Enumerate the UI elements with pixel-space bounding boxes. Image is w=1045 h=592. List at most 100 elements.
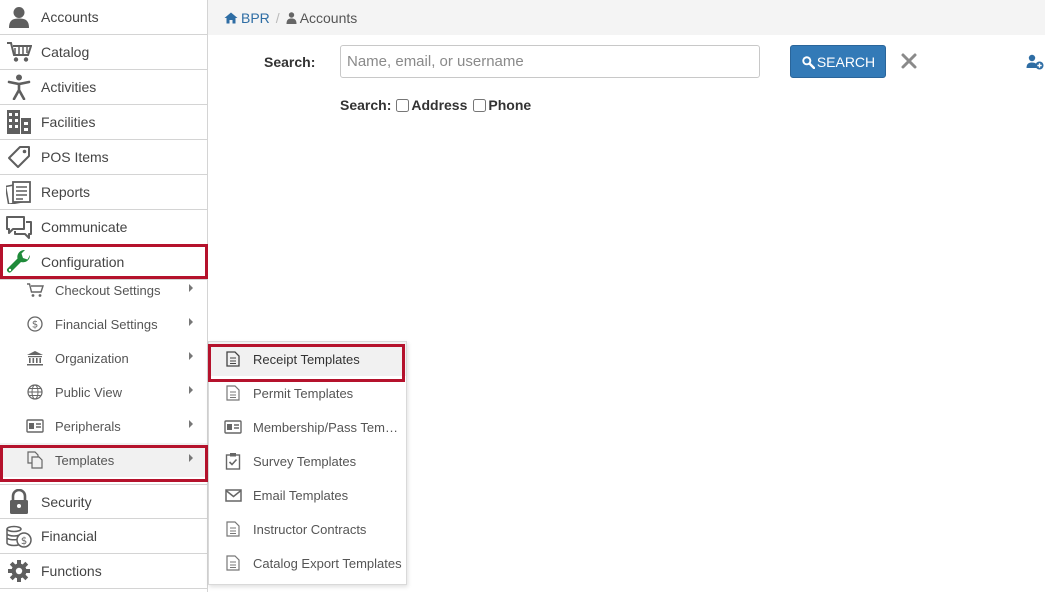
menu-item-label: Email Templates [253,487,349,503]
coins-icon: $ [2,519,36,553]
sidebar-item-catalog[interactable]: Catalog [0,35,207,70]
sidebar-item-activities[interactable]: Activities [0,70,207,105]
search-label: Search: [264,54,316,70]
sidebar-item-functions[interactable]: Functions [0,554,207,589]
sidebar-item-security[interactable]: Security [0,484,207,519]
sidebar-item-label: Reports [41,184,91,200]
sidebar-item-financial[interactable]: $ Financial [0,519,207,554]
document-icon [224,384,242,402]
menu-item-email-templates[interactable]: Email Templates [209,478,406,512]
sidebar-item-label: Communicate [41,219,128,235]
menu-item-label: Instructor Contracts [253,521,367,537]
sidebar-item-label: Financial [41,528,98,544]
magnifier-icon [801,55,815,69]
breadcrumb-home-link[interactable]: BPR [224,10,270,26]
sidebar-subitem-public-view[interactable]: Public View [0,375,207,409]
search-button-label: SEARCH [816,53,876,70]
breadcrumb-current-label: Accounts [299,9,358,26]
sidebar-item-communicate[interactable]: Communicate [0,210,207,245]
document-icon [224,520,242,538]
menu-item-permit-templates[interactable]: Permit Templates [209,376,406,410]
chat-icon [2,210,36,244]
sidebar-subitem-label: Public View [55,384,122,400]
menu-item-label: Membership/Pass Templ... [253,419,403,435]
menu-item-receipt-templates[interactable]: Receipt Templates [209,342,406,376]
id-card-icon [25,416,45,436]
menu-item-membership-pass-templates[interactable]: Membership/Pass Templ... [209,410,406,444]
address-checkbox[interactable] [396,98,410,112]
tag-icon [2,140,36,174]
menu-item-catalog-export-templates[interactable]: Catalog Export Templates [209,546,406,580]
sidebar-subitem-label: Organization [55,350,129,366]
sidebar-item-label: Catalog [41,44,90,60]
menu-item-label: Survey Templates [253,453,357,469]
phone-option-label: Phone [488,97,532,113]
sidebar-subitem-organization[interactable]: Organization [0,341,207,375]
cart-icon [2,35,36,69]
sidebar-item-reports[interactable]: Reports [0,175,207,210]
cart-icon [25,280,45,300]
user-icon [2,0,36,34]
sidebar-item-label: Security [41,493,92,510]
caret-right-icon [189,454,193,462]
clipboard-check-icon [224,452,242,470]
caret-right-icon [189,318,193,326]
sidebar-item-label: Facilities [41,114,96,130]
gear-icon [2,554,36,588]
menu-item-label: Receipt Templates [253,351,360,367]
sidebar: Accounts Catalog Activities Facilities P… [0,0,208,592]
sidebar-item-pos-items[interactable]: POS Items [0,140,207,175]
caret-right-icon [189,352,193,360]
caret-right-icon [189,386,193,394]
breadcrumb-separator: / [275,9,280,26]
add-user-icon[interactable] [1026,54,1044,70]
phone-checkbox[interactable] [473,98,487,112]
bank-icon [25,348,45,368]
lock-icon [2,485,36,519]
search-options-label: Search: [340,97,392,113]
templates-icon [25,450,45,470]
document-icon [224,350,242,368]
sidebar-item-accounts[interactable]: Accounts [0,0,207,35]
user-icon [286,11,297,24]
id-card-icon [224,418,242,436]
address-option-label: Address [411,97,468,113]
svg-text:$: $ [21,536,27,547]
sidebar-subitem-label: Templates [55,452,115,468]
menu-item-label: Catalog Export Templates [253,555,402,571]
clear-search-icon[interactable] [900,52,918,70]
sidebar-item-label: Accounts [41,9,99,25]
sidebar-item-label: Functions [41,563,102,579]
breadcrumb-current: Accounts [286,9,358,26]
sidebar-subitem-templates[interactable]: Templates [0,443,207,477]
globe-icon [25,382,45,402]
search-options: Search: Address Phone [340,97,531,113]
envelope-icon [224,486,242,504]
breadcrumb: BPR / Accounts [208,0,1045,35]
caret-right-icon [189,284,193,292]
sidebar-subitem-peripherals[interactable]: Peripherals [0,409,207,443]
menu-item-label: Permit Templates [253,385,354,401]
sidebar-item-facilities[interactable]: Facilities [0,105,207,140]
home-icon [224,12,238,24]
menu-item-instructor-contracts[interactable]: Instructor Contracts [209,512,406,546]
sidebar-subitem-checkout-settings[interactable]: Checkout Settings [0,273,207,307]
sidebar-subitem-label: Checkout Settings [55,282,161,298]
sidebar-item-label: Activities [41,79,97,95]
building-icon [2,105,36,139]
search-button[interactable]: SEARCH [790,45,886,78]
sidebar-subitem-label: Peripherals [55,418,121,434]
sidebar-subitem-label: Financial Settings [55,316,158,332]
sidebar-item-label: POS Items [41,149,109,165]
breadcrumb-home-label: BPR [241,9,270,26]
reports-icon [2,175,36,209]
document-icon [224,554,242,572]
sidebar-subitem-financial-settings[interactable]: $ Financial Settings [0,307,207,341]
caret-right-icon [189,420,193,428]
search-input[interactable] [340,45,760,78]
dollar-circle-icon: $ [25,314,45,334]
sidebar-item-label: Configuration [41,254,125,270]
menu-item-survey-templates[interactable]: Survey Templates [209,444,406,478]
person-activity-icon [2,70,36,104]
templates-flyout-menu: Receipt Templates Permit Templates Membe… [208,341,407,585]
